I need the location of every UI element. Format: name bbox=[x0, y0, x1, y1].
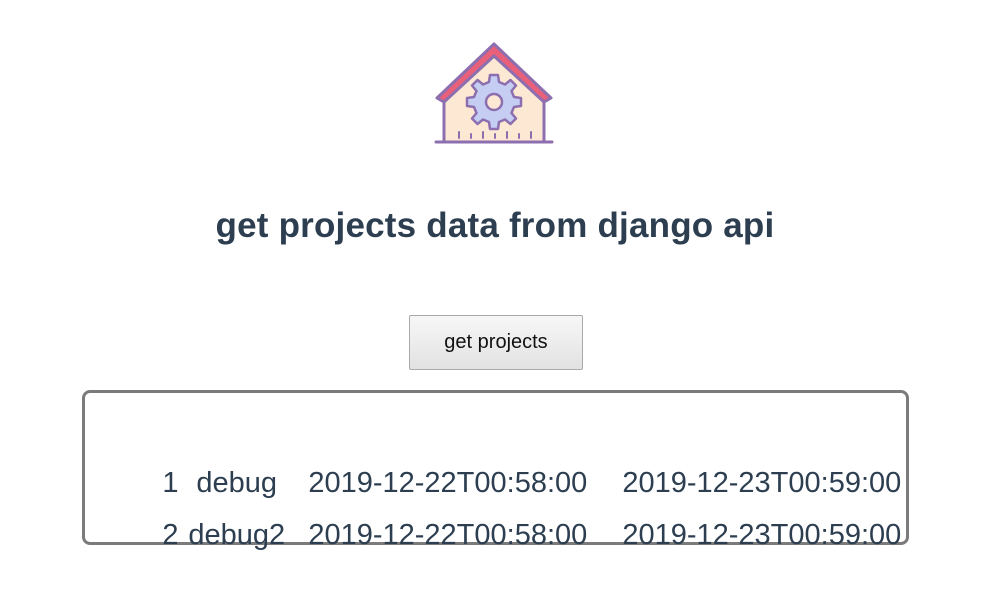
project-start: 2019-12-22T00:58:00 bbox=[308, 467, 588, 499]
project-end: 2019-12-23T00:59:00 bbox=[622, 519, 902, 551]
page-title: get projects data from django api bbox=[215, 206, 775, 245]
project-start: 2019-12-22T00:58:00 bbox=[308, 519, 588, 551]
project-name: debug2 bbox=[188, 519, 286, 551]
project-end: 2019-12-23T00:59:00 bbox=[622, 467, 902, 499]
projects-list: 1 debug 2019-12-22T00:58:00 2019-12-23T00:5… bbox=[82, 390, 909, 551]
project-id: 2 bbox=[162, 519, 179, 551]
get-projects-button[interactable]: get projects bbox=[409, 315, 583, 370]
house-gear-icon bbox=[434, 40, 554, 146]
project-name: debug bbox=[196, 467, 277, 499]
project-id: 1 bbox=[162, 467, 179, 499]
list-item: 1 debug 2019-12-22T00:58:00 2019-12-23T00:5… bbox=[114, 423, 901, 499]
